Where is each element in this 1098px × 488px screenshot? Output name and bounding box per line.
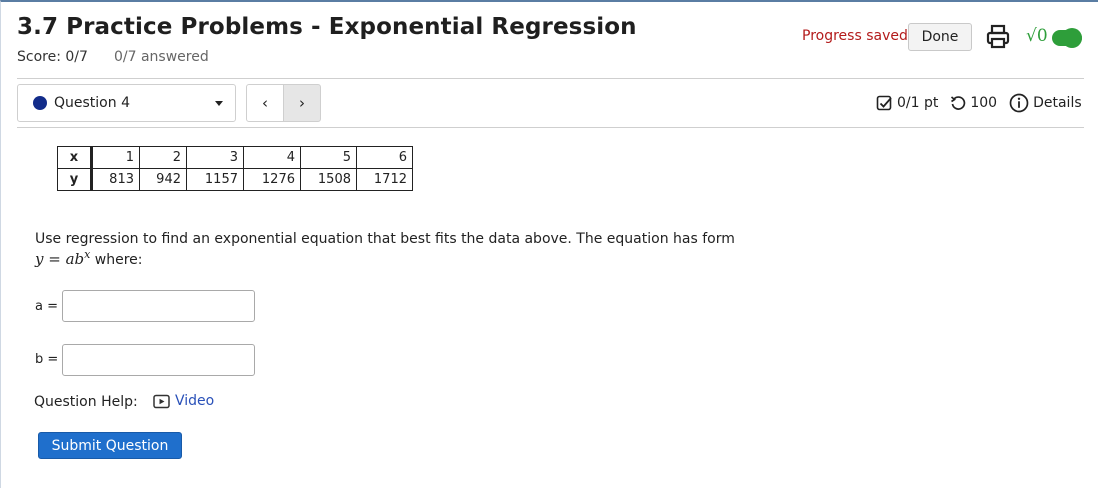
question-prompt: Use regression to find an exponential eq… xyxy=(35,231,735,247)
video-link-label: Video xyxy=(175,393,215,409)
formula-rest: where: xyxy=(90,252,143,268)
table-header-y: y xyxy=(57,168,93,191)
table-cell: 942 xyxy=(139,168,187,191)
table-cell: 813 xyxy=(91,168,140,191)
divider xyxy=(17,78,1084,79)
sqrt-icon[interactable]: √0 xyxy=(1026,26,1048,46)
b-input[interactable] xyxy=(62,344,255,376)
submit-question-button[interactable]: Submit Question xyxy=(38,432,182,459)
answered-count: 0/7 answered xyxy=(114,49,209,65)
previous-question-button[interactable]: ‹ xyxy=(246,84,284,122)
details-link[interactable]: Details xyxy=(1033,95,1082,111)
a-input[interactable] xyxy=(62,290,255,322)
table-cell: 1157 xyxy=(186,168,244,191)
question-formula: y = abx where: xyxy=(35,248,143,268)
b-label: b = xyxy=(35,352,59,367)
table-cell: 1 xyxy=(91,146,140,169)
next-question-button[interactable]: › xyxy=(283,84,321,122)
formula-math: y = ab xyxy=(35,250,85,268)
question-status-dot xyxy=(33,96,47,110)
video-icon xyxy=(153,394,170,408)
table-row: y 813 942 1157 1276 1508 1712 xyxy=(57,168,413,191)
table-cell: 3 xyxy=(186,146,244,169)
table-cell: 1508 xyxy=(300,168,357,191)
print-icon[interactable] xyxy=(986,24,1010,50)
table-cell: 1276 xyxy=(243,168,301,191)
question-meta: 0/1 pt 100 Details xyxy=(876,93,1082,113)
table-cell: 6 xyxy=(356,146,413,169)
a-label: a = xyxy=(35,299,58,314)
question-select[interactable]: Question 4 xyxy=(17,84,236,122)
checkbox-icon xyxy=(876,95,892,110)
question-select-label: Question 4 xyxy=(54,95,130,111)
video-help-link[interactable]: Video xyxy=(153,393,214,409)
table-row: x 1 2 3 4 5 6 xyxy=(57,146,413,169)
toggle-switch[interactable] xyxy=(1052,28,1082,48)
score-text: Score: 0/7 xyxy=(17,49,88,65)
table-header-x: x xyxy=(57,146,93,169)
question-help-label: Question Help: xyxy=(34,394,138,410)
chevron-down-icon xyxy=(215,101,223,106)
retries-count: 100 xyxy=(970,95,998,111)
page-title: 3.7 Practice Problems - Exponential Regr… xyxy=(17,14,637,40)
data-table: x 1 2 3 4 5 6 y 813 942 1157 1276 1508 1… xyxy=(57,146,413,191)
progress-saved-status: Progress saved xyxy=(802,28,908,44)
retry-icon xyxy=(951,96,966,110)
table-cell: 4 xyxy=(243,146,301,169)
points-text: 0/1 pt xyxy=(897,95,939,111)
table-cell: 2 xyxy=(139,146,187,169)
divider xyxy=(17,127,1084,128)
table-cell: 1712 xyxy=(356,168,413,191)
info-icon[interactable] xyxy=(1009,93,1029,113)
table-cell: 5 xyxy=(300,146,357,169)
done-button[interactable]: Done xyxy=(908,23,972,51)
